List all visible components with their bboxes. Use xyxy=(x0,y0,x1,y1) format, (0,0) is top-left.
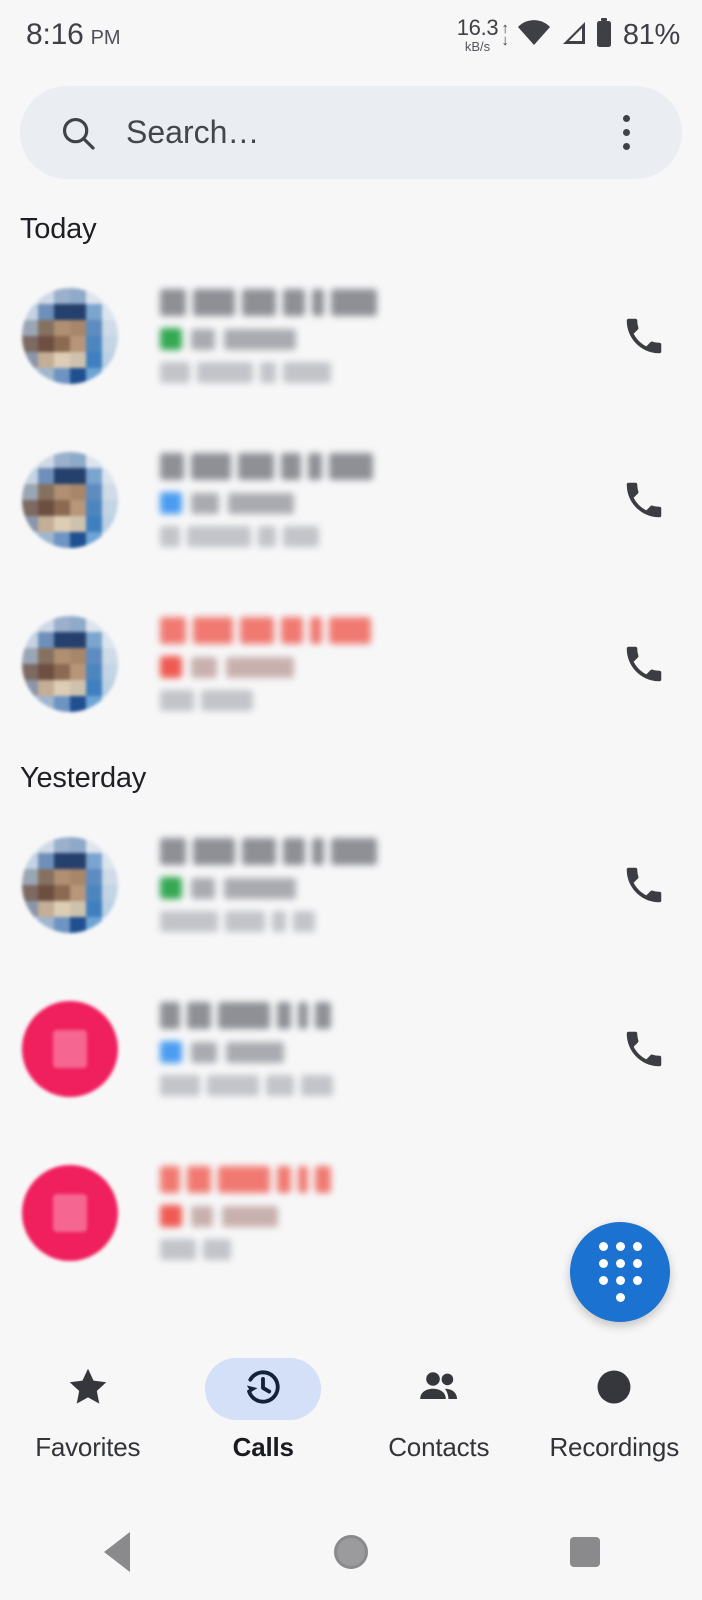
call-type xyxy=(160,1205,594,1227)
home-circle-icon xyxy=(334,1535,368,1569)
call-log-row[interactable] xyxy=(0,254,702,418)
bottom-navigation-bar: Favorites Calls Contacts Recordings xyxy=(0,1350,702,1490)
network-arrows-icon: ↑ ↓ xyxy=(501,21,509,49)
call-row-text xyxy=(160,838,594,932)
avatar[interactable] xyxy=(22,1001,118,1097)
call-time xyxy=(160,1075,594,1096)
people-icon xyxy=(415,1363,463,1416)
contact-name xyxy=(160,617,594,644)
status-bar-right: 16.3 kB/s ↑ ↓ 81% xyxy=(456,15,681,54)
section-header-yesterday: Yesterday xyxy=(20,762,147,794)
nav-tab-recordings[interactable]: Recordings xyxy=(527,1358,702,1463)
nav-label-contacts: Contacts xyxy=(388,1432,490,1462)
status-bar: 8:16 PM 16.3 kB/s ↑ ↓ 81% xyxy=(0,0,702,70)
call-type xyxy=(160,492,594,514)
recents-square-icon xyxy=(570,1537,600,1567)
avatar[interactable] xyxy=(22,616,118,712)
network-speed-indicator: 16.3 kB/s ↑ ↓ xyxy=(456,15,509,54)
call-row-text xyxy=(160,617,594,711)
contact-name xyxy=(160,838,594,865)
nav-tab-calls[interactable]: Calls xyxy=(176,1358,352,1463)
call-log-row[interactable] xyxy=(0,582,702,746)
nav-label-calls: Calls xyxy=(232,1432,294,1462)
avatar-photo xyxy=(22,288,118,384)
call-history-icon xyxy=(241,1365,285,1414)
avatar-photo xyxy=(22,837,118,933)
call-time xyxy=(160,690,594,711)
android-back-button[interactable] xyxy=(0,1532,234,1572)
back-triangle-icon xyxy=(104,1532,130,1572)
call-time xyxy=(160,362,594,383)
avatar[interactable] xyxy=(22,1165,118,1261)
phone-icon[interactable] xyxy=(612,853,676,917)
search-bar[interactable]: Search… xyxy=(20,86,682,179)
status-bar-left: 8:16 PM xyxy=(26,18,121,52)
wifi-icon xyxy=(517,19,551,51)
phone-icon[interactable] xyxy=(612,304,676,368)
arrow-down-icon: ↓ xyxy=(501,32,509,49)
battery-percentage: 81% xyxy=(622,18,680,51)
call-row-text xyxy=(160,1166,594,1260)
call-time xyxy=(160,1239,594,1260)
network-rate: 16.3 xyxy=(456,15,499,40)
avatar[interactable] xyxy=(22,837,118,933)
call-row-text xyxy=(160,289,594,383)
contact-name xyxy=(160,1002,594,1029)
battery-icon xyxy=(595,17,613,53)
phone-icon[interactable] xyxy=(612,632,676,696)
nav-label-favorites: Favorites xyxy=(35,1432,141,1462)
avatar-letter xyxy=(22,1001,118,1097)
avatar-letter xyxy=(22,1165,118,1261)
contact-name xyxy=(160,289,594,316)
android-home-button[interactable] xyxy=(234,1535,468,1569)
call-type xyxy=(160,877,594,899)
call-type xyxy=(160,328,594,350)
search-input[interactable]: Search… xyxy=(126,114,604,151)
call-log-row[interactable] xyxy=(0,418,702,582)
android-recents-button[interactable] xyxy=(468,1537,702,1567)
avatar-photo xyxy=(22,452,118,548)
network-unit: kB/s xyxy=(464,39,491,54)
record-circle-icon xyxy=(591,1364,637,1415)
call-log-row[interactable] xyxy=(0,967,702,1131)
phone-icon[interactable] xyxy=(612,468,676,532)
contact-name xyxy=(160,453,594,480)
section-header-today: Today xyxy=(20,213,97,245)
status-ampm: PM xyxy=(90,27,121,49)
dialpad-icon xyxy=(598,1242,642,1302)
avatar[interactable] xyxy=(22,452,118,548)
call-type xyxy=(160,656,594,678)
nav-tab-favorites[interactable]: Favorites xyxy=(0,1358,176,1463)
status-time: 8:16 xyxy=(26,18,84,51)
call-log-list: Today Yesterday xyxy=(0,197,702,1295)
nav-label-recordings: Recordings xyxy=(549,1432,679,1462)
call-type xyxy=(160,1041,594,1063)
more-vert-icon[interactable] xyxy=(604,109,648,157)
search-icon xyxy=(58,113,98,153)
call-time xyxy=(160,526,594,547)
cellular-signal-icon xyxy=(559,20,587,51)
android-system-navigation-bar xyxy=(0,1504,702,1600)
call-row-text xyxy=(160,1002,594,1096)
call-time xyxy=(160,911,594,932)
dialpad-fab-button[interactable] xyxy=(570,1222,670,1322)
call-log-row[interactable] xyxy=(0,803,702,967)
avatar-photo xyxy=(22,616,118,712)
star-icon xyxy=(65,1364,111,1415)
avatar[interactable] xyxy=(22,288,118,384)
call-row-text xyxy=(160,453,594,547)
phone-icon[interactable] xyxy=(612,1017,676,1081)
contact-name xyxy=(160,1166,594,1193)
nav-tab-contacts[interactable]: Contacts xyxy=(351,1358,527,1463)
